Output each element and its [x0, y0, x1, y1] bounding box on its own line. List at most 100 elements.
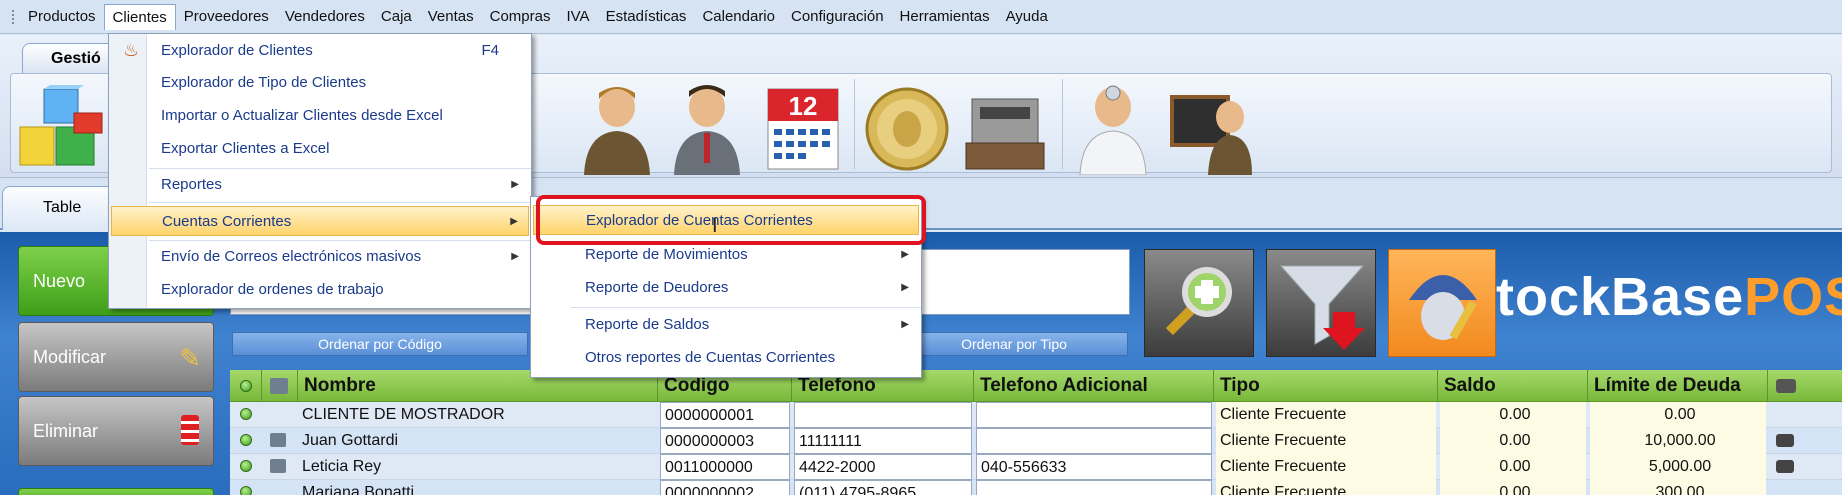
menu-item-otros-reportes[interactable]: Otros reportes de Cuentas Corrientes: [533, 343, 919, 373]
menu-calendario[interactable]: Calendario: [694, 4, 783, 30]
logo-button[interactable]: [1388, 249, 1496, 357]
menu-iva[interactable]: IVA: [558, 4, 597, 30]
menu-item-label: Reportes: [161, 176, 222, 193]
side-extra-button[interactable]: [18, 488, 214, 495]
cell-codigo: 0000000003: [660, 428, 790, 454]
menu-caja[interactable]: Caja: [373, 4, 420, 30]
doctor-icon[interactable]: [1070, 79, 1156, 175]
card-column-header[interactable]: [262, 370, 298, 402]
coin-icon[interactable]: [864, 79, 950, 175]
cell-limite: 0.00: [1590, 402, 1766, 428]
table-row[interactable]: Juan Gottardi 0000000003 11111111 Client…: [230, 428, 1842, 454]
menu-item-importar-excel[interactable]: Importar o Actualizar Clientes desde Exc…: [111, 101, 529, 131]
ribbon-separator: [854, 79, 855, 169]
menu-configuracion[interactable]: Configuración: [783, 4, 892, 30]
menu-vendedores[interactable]: Vendedores: [277, 4, 373, 30]
cash-register-icon[interactable]: [962, 79, 1048, 175]
table-row[interactable]: Mariana Bonatti 0000000002 (011) 4795-89…: [230, 480, 1842, 495]
menu-ventas[interactable]: Ventas: [420, 4, 482, 30]
eliminar-button[interactable]: Eliminar: [18, 396, 214, 466]
cell-telefono: [794, 402, 972, 428]
text-cursor-icon: I: [712, 215, 718, 237]
menu-item-label: Cuentas Corrientes: [162, 213, 292, 230]
submenu-arrow-icon: ▶: [901, 282, 909, 293]
cell-telefono: 11111111: [794, 428, 972, 454]
menu-compras[interactable]: Compras: [482, 4, 559, 30]
menu-item-explorador-clientes[interactable]: Explorador de Clientes F4: [111, 36, 529, 66]
submenu-arrow-icon: ▶: [511, 251, 519, 262]
col-telefono-adicional[interactable]: Telefono Adicional: [974, 370, 1214, 402]
status-dot-icon: [240, 460, 252, 472]
cell-limite: 5,000.00: [1590, 454, 1766, 480]
cell-limite: 10,000.00: [1590, 428, 1766, 454]
menu-separator: [571, 307, 921, 308]
funnel-icon: [1279, 265, 1365, 350]
menu-item-envio-correos[interactable]: Envío de Correos electrónicos masivos ▶: [111, 242, 529, 272]
menu-clientes[interactable]: Clientes: [103, 3, 176, 30]
cubes-icon[interactable]: [16, 85, 106, 171]
cell-nombre: CLIENTE DE MOSTRADOR: [302, 406, 505, 423]
camera-icon: [1776, 460, 1794, 473]
camera-icon: [1776, 434, 1794, 447]
table-row[interactable]: Leticia Rey 0011000000 4422-2000 040-556…: [230, 454, 1842, 480]
menu-ayuda[interactable]: Ayuda: [998, 4, 1056, 30]
submenu-arrow-icon: ▶: [511, 179, 519, 190]
supplier-icon[interactable]: [664, 79, 750, 175]
cell-nombre: Leticia Rey: [302, 458, 382, 475]
cell-tipo: Cliente Frecuente: [1216, 428, 1436, 454]
status-column-header[interactable]: [230, 370, 262, 402]
submenu-arrow-icon: ▶: [510, 216, 518, 227]
cell-tipo: Cliente Frecuente: [1216, 402, 1436, 428]
menu-productos[interactable]: Productos: [20, 4, 104, 30]
table-row[interactable]: CLIENTE DE MOSTRADOR 0000000001 Cliente …: [230, 402, 1842, 428]
cell-codigo: 0000000002: [660, 480, 790, 495]
calendar-icon[interactable]: 12: [760, 79, 846, 175]
ordenar-codigo-button[interactable]: Ordenar por Código: [232, 332, 528, 356]
cell-tipo: Cliente Frecuente: [1216, 454, 1436, 480]
wizard-icon: [1409, 275, 1477, 340]
cell-tel-adicional: [976, 428, 1212, 454]
brand-text: tockBasePOS2: [1496, 266, 1842, 328]
menu-item-label: Reporte de Deudores: [585, 279, 729, 296]
menu-separator: [149, 240, 531, 241]
menu-item-tipo-clientes[interactable]: Explorador de Tipo de Clientes: [111, 68, 529, 98]
cell-telefono: (011) 4795-8965: [794, 480, 972, 495]
card-icon: [270, 433, 286, 447]
menu-herramientas[interactable]: Herramientas: [892, 4, 998, 30]
status-dot-icon: [240, 408, 252, 420]
cell-codigo: 0011000000: [660, 454, 790, 480]
cell-nombre: Mariana Bonatti: [302, 484, 415, 495]
cell-saldo: 0.00: [1440, 428, 1586, 454]
col-saldo[interactable]: Saldo: [1438, 370, 1588, 402]
teacher-board-icon[interactable]: [1168, 79, 1254, 175]
magnifier-plus-icon: [1165, 267, 1232, 336]
cell-tel-adicional: 040-556633: [976, 454, 1212, 480]
menu-item-reporte-deudores[interactable]: Reporte de Deudores ▶: [533, 273, 919, 303]
menu-estadisticas[interactable]: Estadísticas: [598, 4, 695, 30]
filter-button[interactable]: [1266, 249, 1376, 357]
grid-header: Nombre Codigo Telefono Telefono Adiciona…: [230, 370, 1842, 402]
menu-item-reporte-saldos[interactable]: Reporte de Saldos ▶: [533, 310, 919, 340]
menu-item-exportar-excel[interactable]: Exportar Clientes a Excel: [111, 134, 529, 164]
brand-pos: POS: [1744, 267, 1842, 327]
status-dot-icon: [240, 434, 252, 446]
modificar-label: Modificar: [33, 346, 107, 367]
menu-item-cuentas-corrientes[interactable]: Cuentas Corrientes ▶: [111, 206, 529, 236]
col-limite-deuda[interactable]: Límite de Deuda: [1588, 370, 1768, 402]
modificar-button[interactable]: Modificar ✎: [18, 322, 214, 392]
menu-separator: [149, 168, 531, 169]
menu-item-reportes[interactable]: Reportes ▶: [111, 170, 529, 200]
ordenar-tipo-button[interactable]: Ordenar por Tipo: [900, 332, 1128, 356]
menu-separator: [149, 202, 531, 203]
menu-proveedores[interactable]: Proveedores: [176, 4, 277, 30]
customer-icon[interactable]: [574, 79, 660, 175]
menu-item-ordenes-trabajo[interactable]: Explorador de ordenes de trabajo: [111, 275, 529, 305]
zoom-add-button[interactable]: [1144, 249, 1254, 357]
menu-item-label: Envío de Correos electrónicos masivos: [161, 248, 422, 265]
submenu-arrow-icon: ▶: [901, 319, 909, 330]
col-camera[interactable]: [1768, 370, 1842, 402]
cell-codigo: 0000000001: [660, 402, 790, 428]
status-dot-icon: [240, 486, 252, 495]
cell-tel-adicional: [976, 402, 1212, 428]
col-tipo[interactable]: Tipo: [1214, 370, 1438, 402]
